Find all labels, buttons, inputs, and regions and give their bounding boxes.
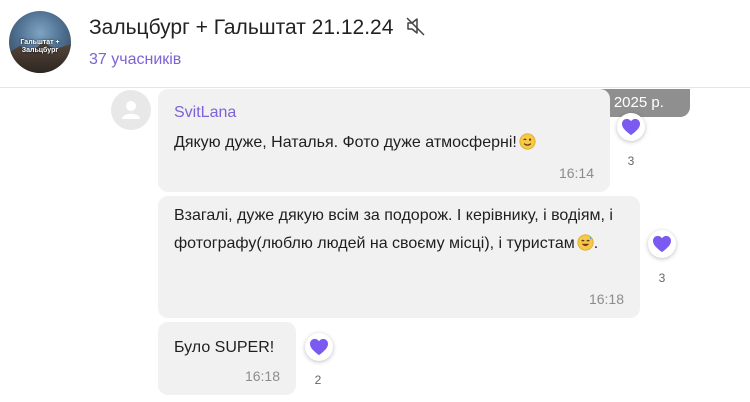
chat-title-text: Зальцбург + Гальштат 21.12.24 bbox=[89, 16, 394, 39]
reaction-count: 3 bbox=[658, 271, 666, 285]
sender-name[interactable]: SvitLana bbox=[174, 104, 236, 122]
avatar-caption: Гальштат + Зальцбург bbox=[20, 39, 60, 54]
message-bubble[interactable]: Взагалі, дуже дякую всім за подорож. І к… bbox=[158, 196, 640, 318]
winking-face-emoji bbox=[519, 133, 536, 150]
chat-header: Гальштат + Зальцбург Зальцбург + Гальшта… bbox=[0, 0, 750, 88]
members-count[interactable]: 37 учасників bbox=[89, 51, 181, 69]
message-time: 16:14 bbox=[558, 165, 594, 181]
sender-avatar[interactable] bbox=[111, 90, 151, 130]
reaction-button[interactable] bbox=[617, 113, 645, 141]
message-text: Дякую дуже, Наталья. Фото дуже атмосферн… bbox=[174, 129, 536, 157]
purple-heart-icon bbox=[310, 338, 328, 356]
message-time: 16:18 bbox=[588, 291, 624, 307]
message-text-body: Дякую дуже, Наталья. Фото дуже атмосферн… bbox=[174, 134, 517, 151]
reaction-count: 2 bbox=[314, 373, 322, 387]
muted-speaker-icon bbox=[406, 17, 425, 36]
reaction-count: 3 bbox=[627, 154, 635, 168]
group-avatar[interactable]: Гальштат + Зальцбург bbox=[9, 11, 71, 73]
purple-heart-icon bbox=[653, 235, 671, 253]
smiling-face-with-sweat-emoji bbox=[577, 234, 594, 251]
message-bubble[interactable]: SvitLana Дякую дуже, Наталья. Фото дуже … bbox=[158, 89, 610, 192]
message-text-suffix: . bbox=[593, 235, 599, 252]
reaction-button[interactable] bbox=[305, 333, 333, 361]
user-placeholder-icon bbox=[122, 101, 140, 119]
reaction-button[interactable] bbox=[648, 230, 676, 258]
purple-heart-icon bbox=[622, 118, 640, 136]
chat-title[interactable]: Зальцбург + Гальштат 21.12.24 bbox=[89, 16, 427, 40]
message-text: Було SUPER! bbox=[174, 339, 275, 356]
message-time: 16:18 bbox=[244, 368, 280, 384]
message-text: Взагалі, дуже дякую всім за подорож. І к… bbox=[174, 202, 629, 258]
message-bubble[interactable]: Було SUPER! 16:18 bbox=[158, 322, 296, 395]
message-text-body: Взагалі, дуже дякую всім за подорож. І к… bbox=[174, 207, 613, 252]
